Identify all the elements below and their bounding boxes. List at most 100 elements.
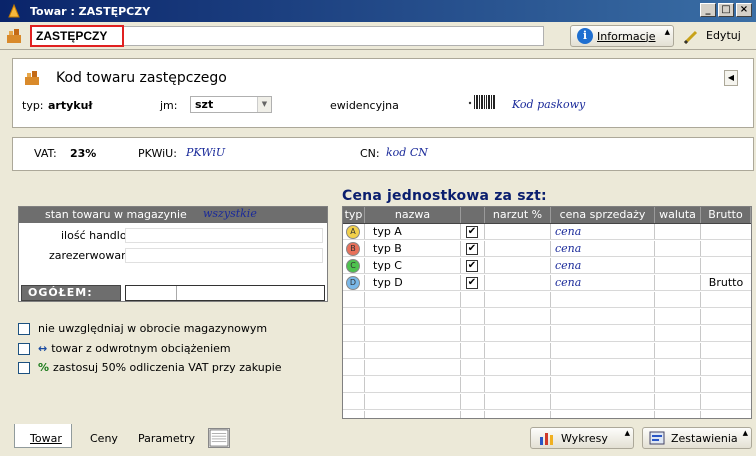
notes-icon[interactable] (208, 428, 230, 448)
table-row[interactable]: Dtyp D ✔ cena Brutto (343, 275, 751, 291)
table-cell[interactable] (485, 377, 551, 392)
table-cell[interactable] (343, 394, 365, 409)
table-cell[interactable] (461, 343, 485, 358)
table-row[interactable] (343, 377, 751, 393)
table-cell[interactable] (701, 377, 751, 392)
table-cell[interactable]: Brutto (701, 275, 751, 290)
table-cell[interactable] (343, 309, 365, 324)
table-row[interactable]: Btyp B ✔ cena (343, 241, 751, 257)
table-cell[interactable] (655, 411, 701, 418)
table-row[interactable] (343, 292, 751, 308)
tab-towar-label[interactable]: Towar (30, 432, 62, 445)
table-cell[interactable] (655, 343, 701, 358)
table-cell[interactable] (701, 292, 751, 307)
table-row[interactable] (343, 394, 751, 410)
table-cell[interactable] (655, 326, 701, 341)
table-cell[interactable]: B (343, 241, 365, 256)
table-cell[interactable] (485, 275, 551, 290)
table-cell[interactable] (461, 326, 485, 341)
charts-button[interactable]: Wykresy ▲ (530, 427, 634, 449)
table-row[interactable] (343, 309, 751, 325)
checkbox[interactable]: ✔ (466, 226, 478, 238)
table-cell[interactable]: cena (551, 224, 655, 239)
table-cell[interactable] (485, 292, 551, 307)
table-cell[interactable] (655, 241, 701, 256)
table-cell[interactable] (655, 275, 701, 290)
table-row[interactable] (343, 326, 751, 342)
scroll-left-button[interactable]: ◀ (724, 70, 738, 86)
table-cell[interactable] (655, 394, 701, 409)
table-row[interactable]: Atyp A ✔ cena (343, 224, 751, 240)
col-price[interactable]: cena sprzedaży (551, 207, 655, 223)
col-currency[interactable]: waluta (655, 207, 701, 223)
tab-ceny[interactable]: Ceny (90, 432, 118, 445)
table-cell[interactable] (655, 258, 701, 273)
table-cell[interactable] (701, 224, 751, 239)
table-cell[interactable] (485, 258, 551, 273)
option-exclude-warehouse[interactable]: nie uwzględniaj w obrocie magazynowym (18, 322, 267, 335)
product-name-extension[interactable] (124, 26, 544, 46)
table-cell[interactable] (485, 411, 551, 418)
table-cell[interactable] (343, 360, 365, 375)
option-vat-50[interactable]: % zastosuj 50% odliczenia VAT przy zakup… (18, 361, 282, 374)
checkbox[interactable] (18, 361, 30, 374)
table-cell[interactable] (551, 326, 655, 341)
table-cell[interactable] (551, 394, 655, 409)
table-cell[interactable]: typ C (365, 258, 461, 273)
table-cell[interactable] (365, 309, 461, 324)
col-markup[interactable]: narzut % (485, 207, 551, 223)
chevron-down-icon[interactable]: ▼ (257, 97, 271, 112)
table-cell[interactable] (365, 377, 461, 392)
table-cell[interactable] (655, 360, 701, 375)
table-cell[interactable]: ✔ (461, 258, 485, 273)
table-cell[interactable] (485, 224, 551, 239)
table-cell[interactable] (551, 309, 655, 324)
table-cell[interactable] (655, 377, 701, 392)
checkbox[interactable] (18, 322, 30, 335)
table-cell[interactable] (701, 326, 751, 341)
table-cell[interactable] (701, 241, 751, 256)
table-cell[interactable]: cena (551, 258, 655, 273)
table-cell[interactable] (461, 411, 485, 418)
table-cell[interactable]: A (343, 224, 365, 239)
checkbox[interactable]: ✔ (466, 277, 478, 289)
close-button[interactable]: × (736, 3, 752, 17)
table-cell[interactable] (343, 377, 365, 392)
table-cell[interactable] (365, 292, 461, 307)
table-cell[interactable] (365, 394, 461, 409)
warehouse-selector[interactable]: wszystkie (203, 207, 257, 220)
table-cell[interactable] (655, 224, 701, 239)
col-name[interactable]: nazwa (365, 207, 461, 223)
table-cell[interactable] (365, 326, 461, 341)
vat-value[interactable]: 23% (70, 147, 96, 160)
table-cell[interactable] (701, 411, 751, 418)
table-cell[interactable] (461, 360, 485, 375)
table-cell[interactable] (365, 343, 461, 358)
table-row[interactable] (343, 360, 751, 376)
checkbox[interactable]: ✔ (466, 260, 478, 272)
pencil-icon[interactable] (682, 28, 700, 46)
table-cell[interactable] (485, 309, 551, 324)
table-cell[interactable] (701, 394, 751, 409)
reports-button[interactable]: Zestawienia ▲ (642, 427, 752, 449)
table-cell[interactable] (551, 343, 655, 358)
checkbox[interactable] (18, 342, 30, 355)
table-cell[interactable]: D (343, 275, 365, 290)
table-cell[interactable] (701, 309, 751, 324)
table-cell[interactable] (701, 343, 751, 358)
table-cell[interactable] (461, 394, 485, 409)
table-cell[interactable]: typ D (365, 275, 461, 290)
minimize-button[interactable]: _ (700, 3, 716, 17)
table-cell[interactable] (485, 343, 551, 358)
pkwiu-value[interactable]: PKWiU (186, 146, 225, 159)
product-name-field[interactable]: ZASTĘPCZY (30, 25, 124, 47)
table-cell[interactable] (365, 411, 461, 418)
edit-button[interactable]: Edytuj (706, 29, 741, 42)
table-row[interactable]: Ctyp C ✔ cena (343, 258, 751, 274)
info-button[interactable]: i Informacje ▲ (570, 25, 674, 47)
table-cell[interactable]: ✔ (461, 241, 485, 256)
table-cell[interactable] (701, 360, 751, 375)
table-cell[interactable] (655, 292, 701, 307)
type-value[interactable]: artykuł (48, 99, 93, 112)
table-cell[interactable] (365, 360, 461, 375)
